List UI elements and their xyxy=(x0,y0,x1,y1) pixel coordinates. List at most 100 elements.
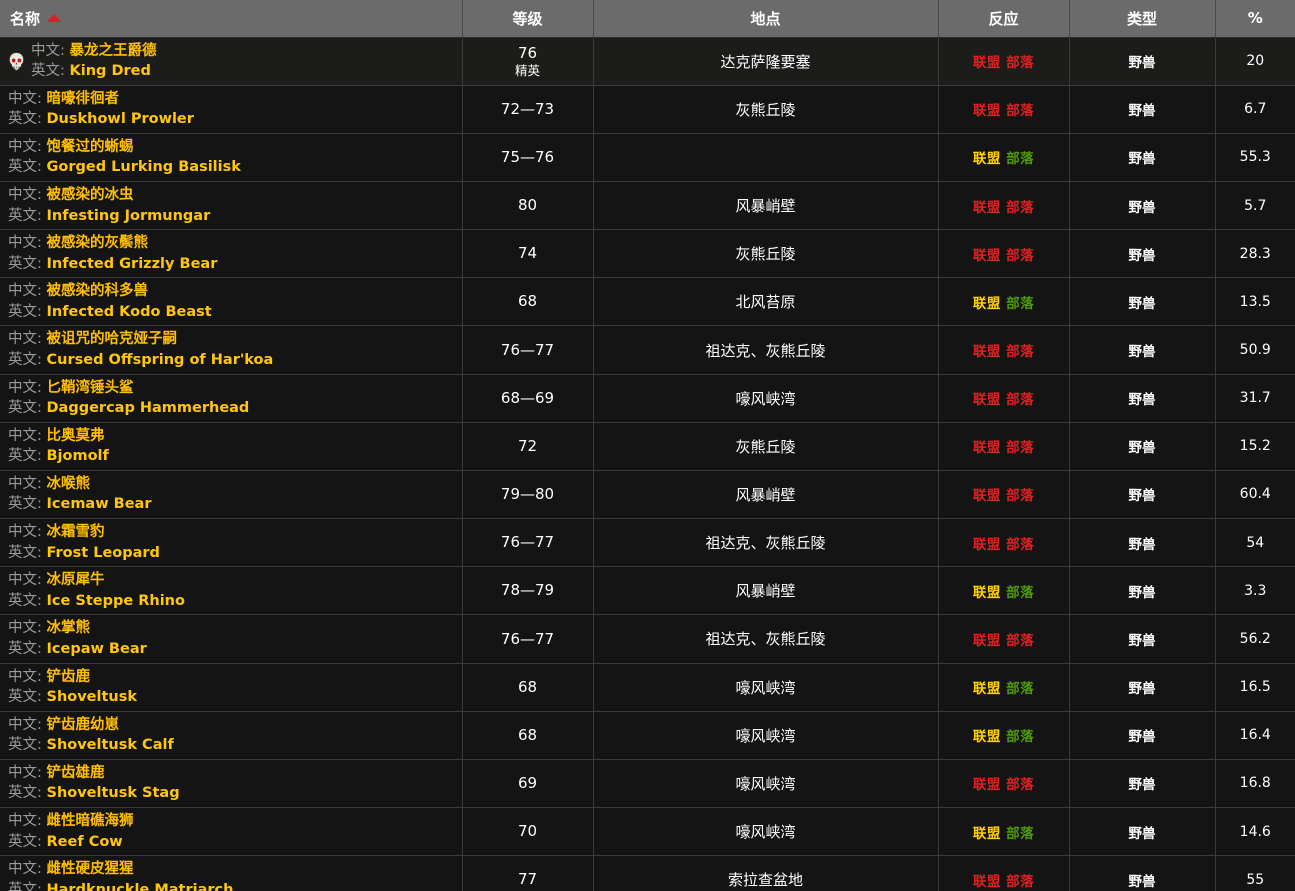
label-english: 英文: xyxy=(8,785,42,802)
npc-name-chinese-link[interactable]: 铲齿雄鹿 xyxy=(47,765,105,781)
table-row[interactable]: 中文: 被感染的灰鬃熊 英文: Infected Grizzly Bear 74 灰熊… xyxy=(0,229,1295,279)
column-header-location[interactable]: 地点 xyxy=(593,0,939,38)
npc-name-chinese-link[interactable]: 铲齿鹿 xyxy=(47,669,91,685)
npc-name-english-link[interactable]: Hardknuckle Matriarch xyxy=(47,882,234,891)
cell-percent: 54 xyxy=(1215,518,1295,568)
npc-name-chinese-link[interactable]: 雌性硬皮猩猩 xyxy=(47,861,134,877)
table-row[interactable]: 中文: 被诅咒的哈克娅子嗣 英文: Cursed Offspring of Har… xyxy=(0,325,1295,375)
cell-location[interactable]: 风暴峭壁 xyxy=(593,470,939,520)
cell-location[interactable]: 嚎风峡湾 xyxy=(593,711,939,760)
cell-level: 68 xyxy=(462,663,594,712)
cell-location[interactable]: 达克萨隆要塞 xyxy=(593,37,939,86)
npc-name-english-link[interactable]: Frost Leopard xyxy=(47,545,160,561)
npc-name-chinese-link[interactable]: 冰喉熊 xyxy=(47,476,91,492)
cell-location[interactable]: 灰熊丘陵 xyxy=(593,229,939,279)
cell-location[interactable]: 灰熊丘陵 xyxy=(593,85,939,134)
table-row[interactable]: 中文: 冰掌熊 英文: Icepaw Bear 76—77 祖达克、灰熊丘陵 联盟 部落… xyxy=(0,614,1295,664)
label-english: 英文: xyxy=(8,544,42,561)
npc-name-english-link[interactable]: King Dred xyxy=(70,63,151,79)
reaction-alliance: 联盟 xyxy=(972,825,1001,842)
cell-npc-name: 中文: 比奥莫弗 英文: Bjomolf xyxy=(0,422,463,471)
cell-level: 74 xyxy=(462,229,594,279)
table-row[interactable]: 中文: 被感染的冰虫 英文: Infesting Jormungar 80 风暴峭壁联… xyxy=(0,181,1295,231)
table-row[interactable]: 中文: 暴龙之王爵德 英文: King Dred 76 精英 达克萨隆要塞 联盟 部落 野兽… xyxy=(0,37,1295,86)
npc-name-chinese-link[interactable]: 被感染的灰鬃熊 xyxy=(47,235,149,251)
table-row[interactable]: 中文: 被感染的科多兽 英文: Infected Kodo Beast 68 北风苔原… xyxy=(0,277,1295,327)
npc-name-english-link[interactable]: Shoveltusk Stag xyxy=(47,785,180,801)
npc-name-english-link[interactable]: Shoveltusk xyxy=(47,689,138,705)
npc-name-english-link[interactable]: Infesting Jormungar xyxy=(47,208,211,224)
npc-name-english-link[interactable]: Cursed Offspring of Har'koa xyxy=(47,352,274,368)
cell-percent: 16.4 xyxy=(1215,711,1295,760)
label-chinese: 中文: xyxy=(8,475,42,492)
npc-name-english-link[interactable]: Shoveltusk Calf xyxy=(47,737,174,753)
npc-name-chinese-link[interactable]: 雌性暗礁海狮 xyxy=(47,813,134,829)
table-row[interactable]: 中文: 冰霜雪豹 英文: Frost Leopard 76—77 祖达克、灰熊丘陵 联盟… xyxy=(0,518,1295,568)
npc-name-english-link[interactable]: Icemaw Bear xyxy=(47,496,152,512)
npc-name-chinese-link[interactable]: 被感染的冰虫 xyxy=(47,187,134,203)
table-row[interactable]: 中文: 冰喉熊 英文: Icemaw Bear 79—80 风暴峭壁 联盟 部落 野兽 60… xyxy=(0,470,1295,520)
column-header-level[interactable]: 等级 xyxy=(462,0,594,38)
label-english: 英文: xyxy=(8,111,42,128)
table-row[interactable]: 中文: 饱餐过的蜥蜴 英文: Gorged Lurking Basilisk 75—… xyxy=(0,133,1295,182)
table-row[interactable]: 中文: 比奥莫弗 英文: Bjomolf 72 灰熊丘陵 联盟 部落 野兽 15.2 xyxy=(0,422,1295,471)
column-header-reaction[interactable]: 反应 xyxy=(938,0,1070,38)
reaction-alliance: 联盟 xyxy=(972,536,1001,553)
label-english: 英文: xyxy=(8,833,42,850)
column-header-name[interactable]: 名称 xyxy=(0,0,463,38)
npc-name-chinese-link[interactable]: 冰原犀牛 xyxy=(47,572,105,588)
npc-name-chinese-link[interactable]: 被诅咒的哈克娅子嗣 xyxy=(47,331,178,347)
npc-name-chinese-link[interactable]: 暗嚎徘徊者 xyxy=(47,91,120,107)
cell-location[interactable]: 祖达克、灰熊丘陵 xyxy=(593,518,939,568)
reaction-horde: 部落 xyxy=(1006,55,1035,72)
table-row[interactable]: 中文: 铲齿鹿 英文: Shoveltusk 68 嚎风峡湾 联盟 部落 野兽 16.5 xyxy=(0,663,1295,712)
npc-name-english-link[interactable]: Ice Steppe Rhino xyxy=(47,593,185,609)
column-header-percent[interactable]: % xyxy=(1215,0,1295,38)
npc-name-english-link[interactable]: Bjomolf xyxy=(47,448,109,464)
npc-name-english-link[interactable]: Infected Kodo Beast xyxy=(47,304,212,320)
npc-name-chinese-link[interactable]: 暴龙之王爵德 xyxy=(70,43,157,59)
cell-npc-name: 中文: 被感染的灰鬃熊 英文: Infected Grizzly Bear xyxy=(0,229,463,279)
cell-location[interactable]: 祖达克、灰熊丘陵 xyxy=(593,325,939,375)
cell-location[interactable]: 嚎风峡湾 xyxy=(593,663,939,712)
cell-location[interactable]: 嚎风峡湾 xyxy=(593,759,939,809)
label-chinese: 中文: xyxy=(8,861,42,878)
reaction-horde: 部落 xyxy=(1006,729,1035,746)
cell-location[interactable]: 北风苔原 xyxy=(593,277,939,327)
reaction-alliance: 联盟 xyxy=(972,151,1001,168)
cell-location[interactable]: 灰熊丘陵 xyxy=(593,422,939,471)
cell-level: 76—77 xyxy=(462,518,594,568)
npc-name-english-link[interactable]: Icepaw Bear xyxy=(47,641,147,657)
cell-percent: 16.8 xyxy=(1215,759,1295,809)
npc-name-chinese-link[interactable]: 冰掌熊 xyxy=(47,620,91,636)
cell-location[interactable]: 嚎风峡湾 xyxy=(593,807,939,857)
npc-name-english-link[interactable]: Reef Cow xyxy=(47,834,123,850)
table-row[interactable]: 中文: 雌性暗礁海狮 英文: Reef Cow 70 嚎风峡湾 联盟 部落 野兽 14.6 xyxy=(0,807,1295,857)
table-row[interactable]: 中文: 铲齿雄鹿 英文: Shoveltusk Stag 69 嚎风峡湾 联盟 部落 野兽… xyxy=(0,759,1295,809)
cell-location[interactable]: 风暴峭壁 xyxy=(593,181,939,231)
npc-name-chinese-link[interactable]: 冰霜雪豹 xyxy=(47,524,105,540)
npc-name-english-link[interactable]: Daggercap Hammerhead xyxy=(47,400,250,416)
npc-name-chinese-link[interactable]: 比奥莫弗 xyxy=(47,428,105,444)
npc-name-chinese-link[interactable]: 饱餐过的蜥蜴 xyxy=(47,139,134,155)
label-english: 英文: xyxy=(8,303,42,320)
cell-location[interactable]: 索拉查盆地 xyxy=(593,855,939,891)
reaction-horde: 部落 xyxy=(1006,199,1035,216)
table-row[interactable]: 中文: 暗嚎徘徊者 英文: Duskhowl Prowler 72—73 灰熊丘陵 联盟… xyxy=(0,85,1295,134)
label-english: 英文: xyxy=(8,881,42,891)
npc-name-english-link[interactable]: Infected Grizzly Bear xyxy=(47,256,218,272)
cell-location[interactable]: 嚎风峡湾 xyxy=(593,374,939,423)
table-row[interactable]: 中文: 雌性硬皮猩猩 英文: Hardknuckle Matriarch 77 索拉查… xyxy=(0,855,1295,891)
table-row[interactable]: 中文: 匕鞘湾锤头鲨 英文: Daggercap Hammerhead 68—69 嚎… xyxy=(0,374,1295,423)
npc-name-chinese-link[interactable]: 匕鞘湾锤头鲨 xyxy=(47,380,134,396)
column-header-type[interactable]: 类型 xyxy=(1069,0,1216,38)
table-row[interactable]: 中文: 冰原犀牛 英文: Ice Steppe Rhino 78—79 风暴峭壁 联盟 … xyxy=(0,566,1295,616)
npc-name-english-link[interactable]: Gorged Lurking Basilisk xyxy=(47,159,241,175)
table-row[interactable]: 中文: 铲齿鹿幼崽 英文: Shoveltusk Calf 68 嚎风峡湾 联盟 部落野… xyxy=(0,711,1295,760)
cell-location[interactable]: 风暴峭壁 xyxy=(593,566,939,616)
cell-type: 野兽 xyxy=(1069,518,1216,568)
npc-name-chinese-link[interactable]: 被感染的科多兽 xyxy=(47,283,149,299)
npc-name-english-link[interactable]: Duskhowl Prowler xyxy=(47,111,194,127)
cell-location[interactable]: 祖达克、灰熊丘陵 xyxy=(593,614,939,664)
npc-name-chinese-link[interactable]: 铲齿鹿幼崽 xyxy=(47,717,120,733)
